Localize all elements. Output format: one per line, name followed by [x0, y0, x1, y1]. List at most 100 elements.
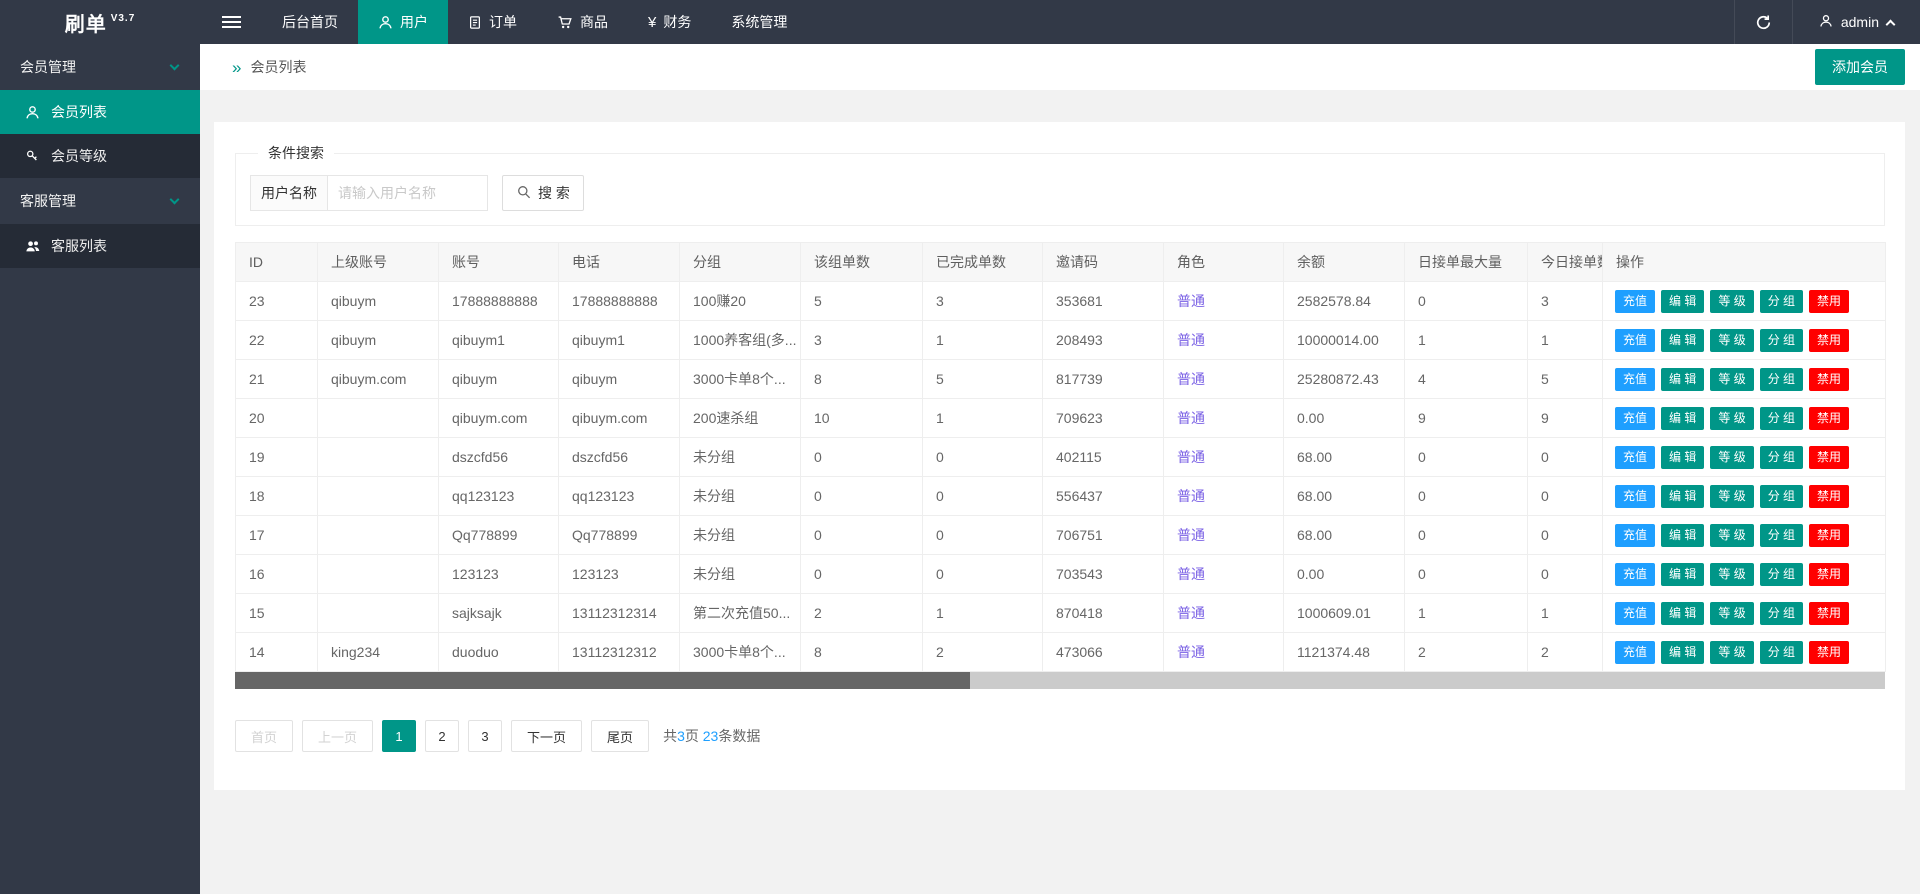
cell-daily-max: 0: [1404, 437, 1528, 477]
disable-button[interactable]: 禁用: [1809, 640, 1850, 664]
recharge-button[interactable]: 充值: [1615, 523, 1656, 547]
edit-button[interactable]: 编 辑: [1661, 562, 1705, 586]
table-row: 15 sajksajk 13112312314 第二次充值50... 2 1 870418 普…: [235, 593, 1886, 633]
level-button[interactable]: 等 级: [1710, 289, 1754, 313]
cell-today-orders: 1: [1527, 593, 1603, 633]
recharge-button[interactable]: 充值: [1615, 406, 1656, 430]
sidebar-group-member-management[interactable]: 会员管理: [0, 44, 200, 90]
nav-item-home[interactable]: 后台首页: [262, 0, 358, 44]
recharge-button[interactable]: 充值: [1615, 640, 1656, 664]
menu-toggle-icon[interactable]: [200, 0, 262, 44]
edit-button[interactable]: 编 辑: [1661, 523, 1705, 547]
recharge-button[interactable]: 充值: [1615, 601, 1656, 625]
nav-item-finance[interactable]: ¥ 财务: [628, 0, 711, 44]
cell-account: qibuym.com: [438, 398, 559, 438]
cell-invite-code: 208493: [1042, 320, 1164, 360]
cell-id: 22: [235, 320, 318, 360]
recharge-button[interactable]: 充值: [1615, 367, 1656, 391]
level-button[interactable]: 等 级: [1710, 367, 1754, 391]
level-button[interactable]: 等 级: [1710, 640, 1754, 664]
disable-button[interactable]: 禁用: [1809, 484, 1850, 508]
group-button[interactable]: 分 组: [1759, 445, 1804, 469]
edit-button[interactable]: 编 辑: [1661, 289, 1705, 313]
edit-button[interactable]: 编 辑: [1661, 601, 1705, 625]
edit-button[interactable]: 编 辑: [1661, 367, 1705, 391]
group-button[interactable]: 分 组: [1759, 640, 1804, 664]
recharge-button[interactable]: 充值: [1615, 328, 1656, 352]
level-button[interactable]: 等 级: [1710, 601, 1754, 625]
cell-id: 20: [235, 398, 318, 438]
cell-id: 14: [235, 632, 318, 672]
admin-menu[interactable]: admin: [1791, 0, 1920, 44]
cell-invite-code: 870418: [1042, 593, 1164, 633]
breadcrumb: » 会员列表: [232, 57, 306, 77]
disable-button[interactable]: 禁用: [1809, 562, 1850, 586]
column-header-invite-code: 邀请码: [1042, 242, 1164, 282]
page-last-button[interactable]: 尾页: [591, 720, 650, 752]
nav-item-goods[interactable]: 商品: [537, 0, 628, 44]
page-number-3[interactable]: 3: [468, 720, 503, 752]
cell-today-orders: 5: [1527, 359, 1603, 399]
username-input[interactable]: [328, 175, 488, 211]
disable-button[interactable]: 禁用: [1809, 328, 1850, 352]
disable-button[interactable]: 禁用: [1809, 406, 1850, 430]
page-number-2[interactable]: 2: [425, 720, 460, 752]
add-member-button[interactable]: 添加会员: [1815, 49, 1905, 85]
edit-button[interactable]: 编 辑: [1661, 445, 1705, 469]
cell-id: 17: [235, 515, 318, 555]
cell-account: qibuym1: [438, 320, 559, 360]
level-button[interactable]: 等 级: [1710, 484, 1754, 508]
recharge-button[interactable]: 充值: [1615, 289, 1656, 313]
search-button[interactable]: 搜 索: [502, 175, 584, 211]
table-row: 14 king234 duoduo 13112312312 3000卡单8个... 8 2 4…: [235, 632, 1886, 672]
group-button[interactable]: 分 组: [1759, 289, 1804, 313]
nav-item-system[interactable]: 系统管理: [711, 0, 807, 44]
page-next-button[interactable]: 下一页: [511, 720, 583, 752]
refresh-icon[interactable]: [1733, 0, 1792, 44]
group-button[interactable]: 分 组: [1759, 367, 1804, 391]
group-button[interactable]: 分 组: [1759, 562, 1804, 586]
disable-button[interactable]: 禁用: [1809, 445, 1850, 469]
edit-button[interactable]: 编 辑: [1661, 406, 1705, 430]
group-button[interactable]: 分 组: [1759, 523, 1804, 547]
recharge-button[interactable]: 充值: [1615, 484, 1656, 508]
group-button[interactable]: 分 组: [1759, 484, 1804, 508]
level-button[interactable]: 等 级: [1710, 445, 1754, 469]
page-number-1[interactable]: 1: [382, 720, 417, 752]
level-button[interactable]: 等 级: [1710, 328, 1754, 352]
group-button[interactable]: 分 组: [1759, 406, 1804, 430]
cell-phone: 13112312312: [558, 632, 680, 672]
horizontal-scrollbar[interactable]: [235, 672, 1885, 689]
edit-button[interactable]: 编 辑: [1661, 328, 1705, 352]
sidebar-item-service-list[interactable]: 客服列表: [0, 224, 200, 268]
yen-icon: ¥: [648, 13, 657, 31]
group-button[interactable]: 分 组: [1759, 601, 1804, 625]
column-header-account: 账号: [438, 242, 559, 282]
level-button[interactable]: 等 级: [1710, 523, 1754, 547]
cell-group-orders: 0: [800, 515, 923, 555]
group-button[interactable]: 分 组: [1759, 328, 1804, 352]
disable-button[interactable]: 禁用: [1809, 601, 1850, 625]
sidebar-item-member-level[interactable]: 会员等级: [0, 134, 200, 178]
disable-button[interactable]: 禁用: [1809, 367, 1850, 391]
level-button[interactable]: 等 级: [1710, 406, 1754, 430]
table-row: 18 qq123123 qq123123 未分组 0 0 556437 普通 68.00 0 0 充值…: [235, 476, 1886, 516]
edit-button[interactable]: 编 辑: [1661, 484, 1705, 508]
nav-item-label: 商品: [580, 14, 608, 30]
cell-completed-orders: 1: [922, 398, 1043, 438]
sidebar-group-service-management[interactable]: 客服管理: [0, 178, 200, 224]
nav-item-orders[interactable]: 订单: [448, 0, 537, 44]
recharge-button[interactable]: 充值: [1615, 562, 1656, 586]
nav-item-users[interactable]: 用户: [358, 0, 448, 44]
cell-group: 第二次充值50...: [679, 593, 801, 633]
level-button[interactable]: 等 级: [1710, 562, 1754, 586]
cell-group-orders: 8: [800, 632, 923, 672]
scrollbar-thumb[interactable]: [235, 672, 970, 689]
cell-account: Qq778899: [438, 515, 559, 555]
disable-button[interactable]: 禁用: [1809, 523, 1850, 547]
disable-button[interactable]: 禁用: [1809, 289, 1850, 313]
recharge-button[interactable]: 充值: [1615, 445, 1656, 469]
sidebar-item-member-list[interactable]: 会员列表: [0, 90, 200, 134]
edit-button[interactable]: 编 辑: [1661, 640, 1705, 664]
column-header-group-orders: 该组单数: [800, 242, 923, 282]
